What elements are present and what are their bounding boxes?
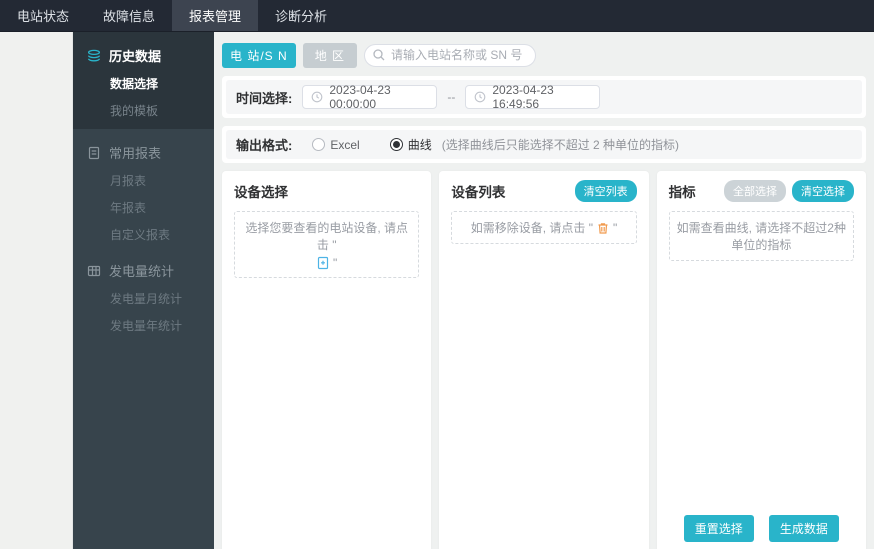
left-gutter <box>0 32 73 549</box>
sidebar-item-energy-monthly[interactable]: 发电量月统计 <box>73 280 214 307</box>
sidebar-item-monthly-report[interactable]: 月报表 <box>73 162 214 189</box>
radio-excel[interactable]: Excel <box>312 137 360 152</box>
search-icon <box>372 48 386 62</box>
indicators-hint: 如需查看曲线, 请选择不超过2种单位的指标 <box>668 211 854 261</box>
main-content: 电 站/S N 地 区 时间选择: <box>214 32 874 549</box>
radio-curve[interactable]: 曲线 <box>389 136 432 153</box>
radio-circle-icon <box>389 138 403 151</box>
hint-text: 如需移除设备, 请点击 " <box>470 221 593 235</box>
clear-selection-button[interactable]: 清空选择 <box>791 180 854 202</box>
end-datetime-input[interactable]: 2023-04-23 16:49:56 <box>465 83 601 111</box>
device-select-title: 设备选择 <box>234 185 288 200</box>
search-input[interactable] <box>364 43 537 67</box>
station-search <box>364 43 537 67</box>
date-range-separator: -- <box>447 90 456 104</box>
sidebar: 历史数据 数据选择 我的模板 常用报表 月报表 年报表 自定义报表 发电量统计 … <box>73 32 214 549</box>
sidebar-item-energy-yearly[interactable]: 发电量年统计 <box>73 307 214 334</box>
radio-curve-label: 曲线 <box>407 138 432 152</box>
sidebar-header-energy-stats[interactable]: 发电量统计 <box>73 243 214 280</box>
start-datetime-value: 2023-04-23 00:00:00 <box>329 83 391 111</box>
end-datetime-value: 2023-04-23 16:49:56 <box>492 83 554 111</box>
generate-data-button[interactable]: 生成数据 <box>768 515 839 542</box>
sidebar-item-data-select[interactable]: 数据选择 <box>73 65 214 92</box>
device-select-panel: 设备选择 选择您要查看的电站设备, 请点击 " " <box>222 171 432 549</box>
sidebar-header-label: 常用报表 <box>109 146 162 161</box>
device-select-hint: 选择您要查看的电站设备, 请点击 " " <box>234 211 420 278</box>
clock-icon <box>311 91 323 103</box>
indicators-panel: 指标 全部选择 清空选择 如需查看曲线, 请选择不超过2种单位的指标 重置选择 … <box>656 171 866 549</box>
sidebar-group-energy-stats: 发电量统计 发电量月统计 发电量年统计 <box>73 243 214 334</box>
output-format-card: 输出格式: Excel 曲线 (选择曲线后只能选择不超过 2 种单位的指标) <box>222 126 866 163</box>
sidebar-header-label: 历史数据 <box>109 49 162 64</box>
device-list-hint: 如需移除设备, 请点击 " " <box>451 211 637 244</box>
bottom-actions: 重置选择 生成数据 <box>657 515 866 542</box>
nav-tab-fault-info[interactable]: 故障信息 <box>86 0 172 31</box>
select-all-button[interactable]: 全部选择 <box>723 180 786 202</box>
report-icon <box>87 146 101 160</box>
station-sn-filter-button[interactable]: 电 站/S N <box>222 42 296 68</box>
add-device-file-icon[interactable] <box>316 256 330 270</box>
hint-text: 如需查看曲线, 请选择不超过2种单位的指标 <box>676 221 846 252</box>
hint-text: " <box>612 220 618 235</box>
sidebar-header-common-reports[interactable]: 常用报表 <box>73 129 214 162</box>
top-navbar: 电站状态 故障信息 报表管理 诊断分析 <box>0 0 874 32</box>
indicators-title: 指标 <box>668 185 696 200</box>
start-datetime-input[interactable]: 2023-04-23 00:00:00 <box>302 83 438 111</box>
sidebar-item-my-templates[interactable]: 我的模板 <box>73 92 214 119</box>
layers-icon <box>87 49 101 63</box>
selection-panels: 设备选择 选择您要查看的电站设备, 请点击 " " 设备列表 清空列表 如需移除… <box>222 171 866 549</box>
radio-circle-icon <box>312 138 326 151</box>
nav-tab-report-mgmt[interactable]: 报表管理 <box>172 0 259 31</box>
time-select-card: 时间选择: 2023-04-23 00:00:00 -- 2023-04-23 … <box>222 76 866 118</box>
time-select-label: 时间选择: <box>236 90 293 106</box>
filter-bar: 电 站/S N 地 区 <box>222 42 866 68</box>
reset-selection-button[interactable]: 重置选择 <box>683 515 754 542</box>
format-note: (选择曲线后只能选择不超过 2 种单位的指标) <box>441 138 680 152</box>
sidebar-group-common-reports: 常用报表 月报表 年报表 自定义报表 <box>73 129 214 243</box>
sidebar-item-custom-report[interactable]: 自定义报表 <box>73 216 214 243</box>
sidebar-header-label: 发电量统计 <box>109 264 175 279</box>
sidebar-group-history-data: 历史数据 数据选择 我的模板 <box>73 32 214 129</box>
nav-tab-diagnosis[interactable]: 诊断分析 <box>258 0 344 31</box>
sidebar-item-yearly-report[interactable]: 年报表 <box>73 189 214 216</box>
hint-text: " <box>333 256 338 270</box>
radio-excel-label: Excel <box>330 137 360 152</box>
table-icon <box>87 264 101 278</box>
device-list-panel: 设备列表 清空列表 如需移除设备, 请点击 " " <box>439 171 649 549</box>
nav-tab-station-status[interactable]: 电站状态 <box>0 0 86 31</box>
output-format-label: 输出格式: <box>236 138 293 153</box>
region-filter-button[interactable]: 地 区 <box>302 42 358 68</box>
sidebar-header-history-data[interactable]: 历史数据 <box>73 32 214 65</box>
trash-icon[interactable] <box>596 221 610 235</box>
device-list-title: 设备列表 <box>451 185 506 200</box>
clear-list-button[interactable]: 清空列表 <box>574 180 637 202</box>
clock-icon <box>474 91 486 103</box>
hint-text: 选择您要查看的电站设备, 请点击 " <box>245 221 408 252</box>
